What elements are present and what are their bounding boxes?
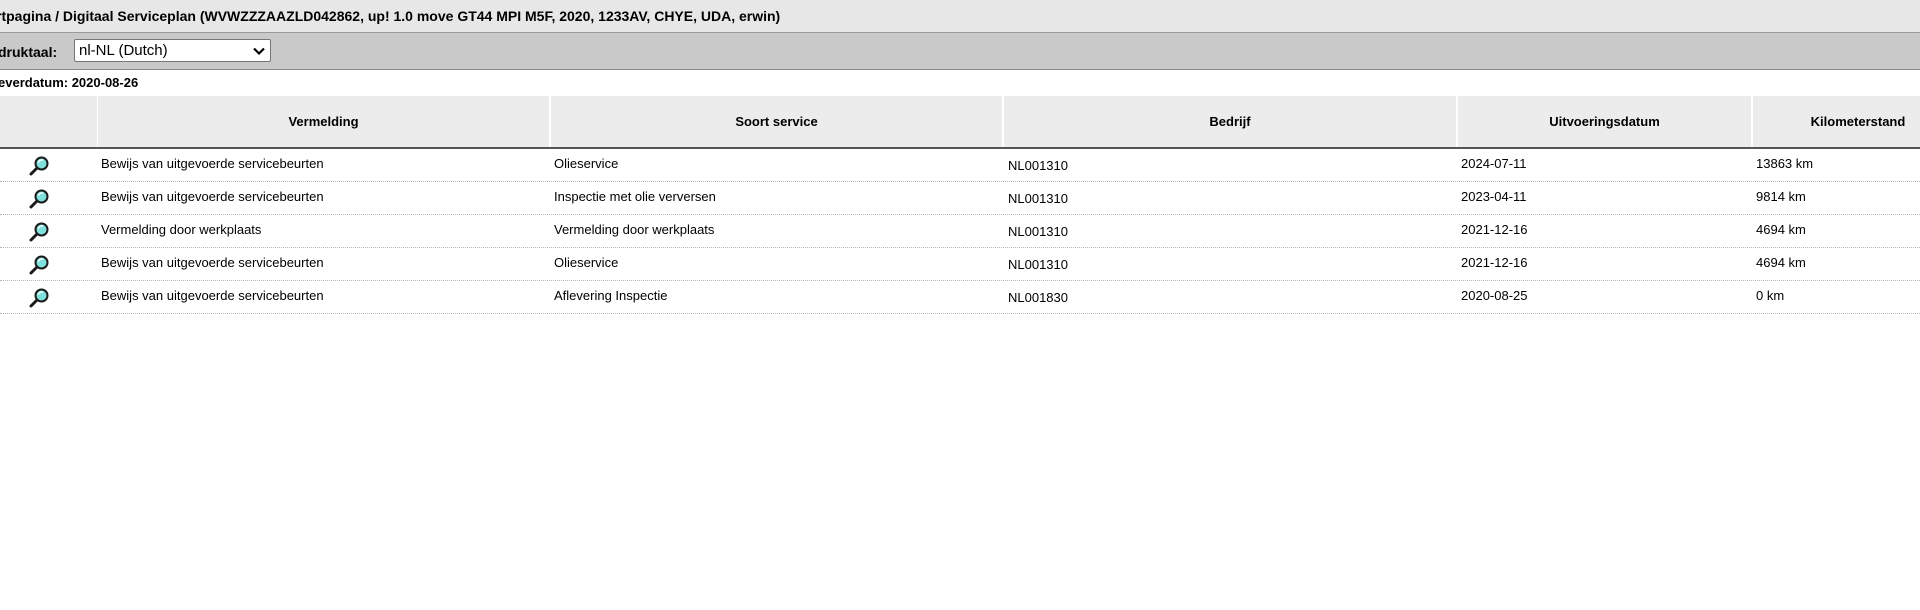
cell-kilometerstand: 0 km	[1756, 288, 1785, 303]
cell-vermelding: Bewijs van uitgevoerde servicebeurten	[101, 189, 324, 204]
cell-uitvoeringsdatum: 2021-12-16	[1461, 255, 1528, 270]
table-body: Bewijs van uitgevoerde servicebeurten Ol…	[0, 149, 1920, 314]
header-vermelding: Vermelding	[98, 96, 549, 147]
cell-soort-service: Inspectie met olie verversen	[554, 189, 716, 204]
table-row: Bewijs van uitgevoerde servicebeurten Af…	[0, 281, 1920, 314]
header-icon-column	[0, 96, 97, 147]
cell-kilometerstand: 4694 km	[1756, 255, 1806, 270]
magnifier-icon[interactable]	[28, 287, 50, 309]
breadcrumb: rtpagina / Digitaal Serviceplan (WVWZZZA…	[0, 0, 1920, 33]
magnifier-icon[interactable]	[28, 155, 50, 177]
delivery-date: everdatum: 2020-08-26	[0, 75, 139, 90]
magnifier-icon[interactable]	[28, 188, 50, 210]
cell-kilometerstand: 4694 km	[1756, 222, 1806, 237]
service-plan-page: rtpagina / Digitaal Serviceplan (WVWZZZA…	[0, 0, 1920, 610]
table-row: Bewijs van uitgevoerde servicebeurten In…	[0, 182, 1920, 215]
magnifier-icon[interactable]	[28, 254, 50, 276]
cell-bedrijf: NL001830	[1008, 290, 1068, 305]
cell-soort-service: Vermelding door werkplaats	[554, 222, 715, 237]
magnifier-icon[interactable]	[28, 221, 50, 243]
breadcrumb-text[interactable]: rtpagina / Digitaal Serviceplan (WVWZZZA…	[0, 8, 780, 24]
cell-soort-service: Aflevering Inspectie	[554, 288, 668, 303]
header-uitvoeringsdatum: Uitvoeringsdatum	[1458, 96, 1751, 147]
header-kilometerstand: Kilometerstand	[1753, 96, 1920, 147]
cell-vermelding: Bewijs van uitgevoerde servicebeurten	[101, 288, 324, 303]
cell-bedrijf: NL001310	[1008, 158, 1068, 173]
cell-soort-service: Olieservice	[554, 255, 619, 270]
print-language-label: druktaal:	[0, 44, 58, 60]
cell-kilometerstand: 9814 km	[1756, 189, 1806, 204]
table-row: Bewijs van uitgevoerde servicebeurten Ol…	[0, 248, 1920, 281]
cell-uitvoeringsdatum: 2024-07-11	[1461, 156, 1527, 171]
header-bedrijf: Bedrijf	[1004, 96, 1456, 147]
chevron-down-icon	[253, 47, 265, 56]
cell-vermelding: Bewijs van uitgevoerde servicebeurten	[101, 255, 324, 270]
print-language-select[interactable]: nl-NL (Dutch)	[74, 39, 271, 62]
cell-bedrijf: NL001310	[1008, 224, 1068, 239]
cell-uitvoeringsdatum: 2023-04-11	[1461, 189, 1527, 204]
table-row: Bewijs van uitgevoerde servicebeurten Ol…	[0, 149, 1920, 182]
cell-uitvoeringsdatum: 2020-08-25	[1461, 288, 1528, 303]
cell-uitvoeringsdatum: 2021-12-16	[1461, 222, 1528, 237]
cell-kilometerstand: 13863 km	[1756, 156, 1814, 171]
language-bar: druktaal: nl-NL (Dutch)	[0, 33, 1920, 70]
cell-soort-service: Olieservice	[554, 156, 619, 171]
cell-vermelding: Bewijs van uitgevoerde servicebeurten	[101, 156, 324, 171]
cell-vermelding: Vermelding door werkplaats	[101, 222, 262, 237]
cell-bedrijf: NL001310	[1008, 257, 1068, 272]
header-soort-service: Soort service	[551, 96, 1002, 147]
print-language-value: nl-NL (Dutch)	[79, 42, 168, 59]
table-row: Vermelding door werkplaats Vermelding do…	[0, 215, 1920, 248]
table-header: Vermelding Soort service Bedrijf Uitvoer…	[0, 96, 1920, 149]
cell-bedrijf: NL001310	[1008, 191, 1068, 206]
service-history-table: Vermelding Soort service Bedrijf Uitvoer…	[0, 96, 1920, 314]
